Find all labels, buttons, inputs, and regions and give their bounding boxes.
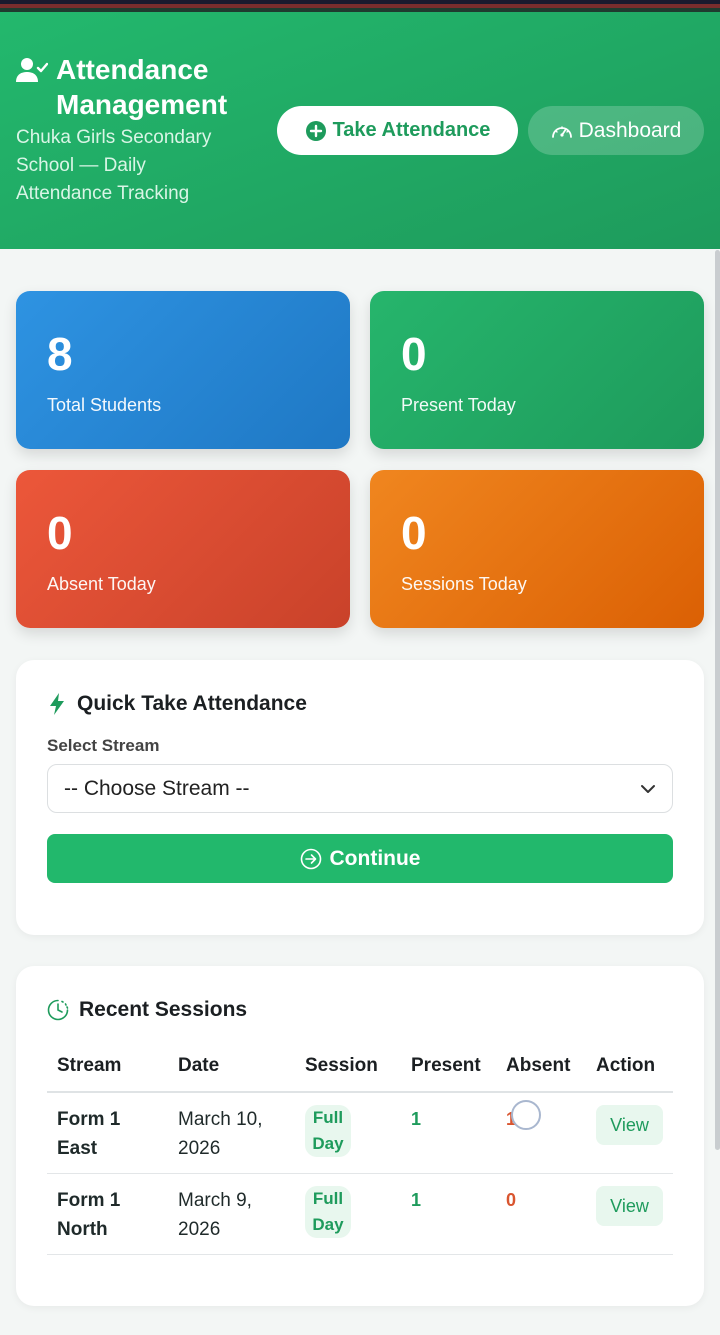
table-row: Form 1 North March 9, 2026 Full Day 1 0 … [47, 1173, 673, 1255]
stats-grid: 8 Total Students 0 Present Today 0 Absen… [16, 291, 704, 628]
page-title: Attendance Management [16, 52, 246, 122]
stat-absent-today: 0 Absent Today [16, 470, 350, 628]
dashboard-button[interactable]: Dashboard [528, 106, 704, 155]
stat-value: 0 [47, 507, 73, 559]
stat-value: 0 [401, 507, 427, 559]
col-stream: Stream [47, 1055, 168, 1093]
quick-attendance-card: Quick Take Attendance Select Stream -- C… [16, 660, 704, 935]
session-badge: Full Day [305, 1105, 351, 1157]
cell-stream: Form 1 East [47, 1092, 168, 1174]
continue-label: Continue [329, 846, 421, 870]
col-action: Action [586, 1055, 673, 1093]
view-button[interactable]: View [596, 1105, 663, 1145]
present-count: 1 [411, 1190, 422, 1210]
stat-value: 8 [47, 328, 73, 380]
stat-label: Absent Today [47, 574, 156, 594]
cell-absent: 0 [496, 1173, 586, 1255]
chevron-down-icon [641, 784, 655, 793]
title-line-1: Attendance [56, 54, 209, 85]
page-header: Attendance Management Chuka Girls Second… [0, 12, 720, 249]
cell-date: March 10, 2026 [168, 1092, 295, 1174]
stat-sessions-today: 0 Sessions Today [370, 470, 704, 628]
plus-circle-icon [305, 120, 326, 141]
cell-present: 1 [401, 1092, 496, 1174]
stat-value: 0 [401, 328, 427, 380]
stat-label: Sessions Today [401, 574, 527, 594]
lightning-icon [50, 693, 64, 715]
present-count: 1 [411, 1109, 422, 1129]
page-scrollbar[interactable] [715, 250, 720, 1150]
title-line-2: Management [56, 89, 228, 120]
cell-session: Full Day [295, 1092, 401, 1174]
cell-date: March 9, 2026 [168, 1173, 295, 1255]
continue-button[interactable]: Continue [47, 834, 673, 883]
col-absent: Absent [496, 1055, 586, 1093]
cell-action: View [586, 1092, 673, 1174]
col-date: Date [168, 1055, 295, 1093]
title-text: Attendance Management [56, 52, 227, 122]
sessions-table: Stream Date Session Present Absent Actio… [47, 1055, 673, 1255]
quick-attendance-title: Quick Take Attendance [47, 689, 673, 719]
session-badge: Full Day [305, 1186, 351, 1238]
loading-spinner-icon [511, 1100, 541, 1130]
absent-count: 0 [506, 1190, 517, 1210]
recent-sessions-card: Recent Sessions Stream Date Session Pres… [16, 966, 704, 1306]
take-attendance-label: Take Attendance [332, 119, 491, 141]
table-row: Form 1 East March 10, 2026 Full Day 1 1 … [47, 1092, 673, 1174]
col-session: Session [295, 1055, 401, 1093]
cell-stream: Form 1 North [47, 1173, 168, 1255]
clock-icon [47, 999, 69, 1021]
take-attendance-button[interactable]: Take Attendance [277, 106, 518, 155]
stream-select[interactable]: -- Choose Stream -- [47, 764, 673, 813]
stat-label: Total Students [47, 395, 162, 415]
stat-present-today: 0 Present Today [370, 291, 704, 449]
cell-action: View [586, 1173, 673, 1255]
stat-total-students: 8 Total Students [16, 291, 350, 449]
user-check-icon [16, 58, 48, 82]
speedometer-icon [551, 125, 572, 138]
recent-title-text: Recent Sessions [79, 998, 248, 1021]
col-present: Present [401, 1055, 496, 1093]
cell-session: Full Day [295, 1173, 401, 1255]
table-header-row: Stream Date Session Present Absent Actio… [47, 1055, 673, 1093]
stream-select-value: -- Choose Stream -- [64, 776, 250, 800]
stat-label: Present Today [401, 395, 516, 415]
arrow-circle-right-icon [300, 848, 321, 869]
browser-top-strip [0, 0, 720, 12]
dashboard-label: Dashboard [578, 118, 682, 142]
recent-sessions-title: Recent Sessions [47, 995, 673, 1025]
select-stream-label: Select Stream [47, 736, 160, 755]
quick-title-text: Quick Take Attendance [77, 692, 307, 715]
cell-present: 1 [401, 1173, 496, 1255]
view-button[interactable]: View [596, 1186, 663, 1226]
cell-absent: 1 [496, 1092, 586, 1174]
page-subtitle: Chuka Girls Secondary School — Daily Att… [16, 127, 212, 204]
